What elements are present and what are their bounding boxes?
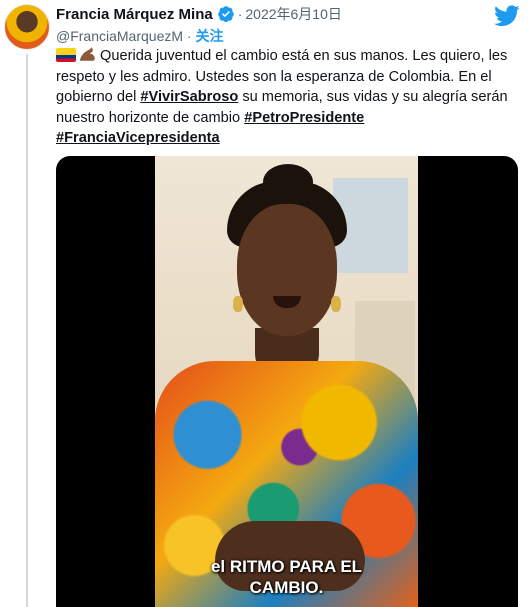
earring-right (331, 296, 341, 312)
subtitle-line-1: el RITMO PARA EL (210, 557, 363, 576)
video-player[interactable]: el RITMO PARA EL CAMBIO. (56, 156, 518, 607)
earring-left (233, 296, 243, 312)
display-name[interactable]: Francia Márquez Mina (56, 6, 213, 23)
tweet-text: Querida juventud el cambio está en sus m… (56, 46, 518, 149)
speaker-face (237, 204, 337, 336)
tweet-header: Francia Márquez Mina · 2022年6月10日 (56, 4, 492, 24)
user-handle[interactable]: @FranciaMarquezM (56, 28, 183, 44)
handle-separator: · (186, 28, 192, 44)
flexed-biceps-icon (79, 47, 95, 61)
hashtag-franciavicepresidenta[interactable]: #FranciaVicepresidenta (56, 130, 220, 146)
header-separator: · (237, 6, 243, 22)
hashtag-vivirsabroso[interactable]: #VivirSabroso (140, 89, 238, 105)
avatar[interactable] (4, 4, 50, 50)
subtitle-line-2: CAMBIO. (249, 578, 324, 597)
twitter-bird-icon[interactable] (494, 5, 520, 27)
follow-button[interactable]: 关注 (195, 28, 223, 44)
hashtag-petropresidente[interactable]: #PetroPresidente (244, 110, 364, 126)
tweet-date[interactable]: 2022年6月10日 (245, 4, 342, 24)
thread-line (26, 54, 28, 607)
colombia-flag-icon (56, 48, 76, 62)
video-frame: el RITMO PARA EL CAMBIO. (155, 156, 418, 607)
handle-row: @FranciaMarquezM · 关注 (56, 26, 223, 46)
video-subtitle: el RITMO PARA EL CAMBIO. (155, 556, 418, 598)
verified-badge-icon (217, 6, 234, 23)
